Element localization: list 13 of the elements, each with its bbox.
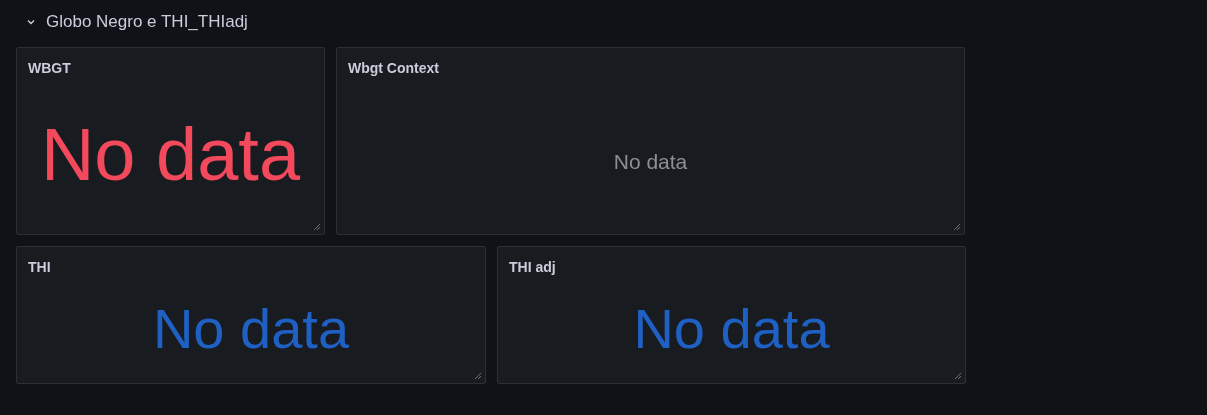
panel-title: THI adj <box>508 258 557 275</box>
stat-value: No data <box>633 301 830 357</box>
resize-handle-icon[interactable] <box>952 370 962 380</box>
resize-handle-icon[interactable] <box>311 221 321 231</box>
stat-value: No data <box>152 301 350 357</box>
panel-title: WBGT <box>27 59 72 76</box>
row-header[interactable]: Globo Negro e THI_THIadj <box>16 8 258 36</box>
no-data-message: No data <box>613 150 688 174</box>
stat-value: No data <box>40 118 301 192</box>
panel-title: Wbgt Context <box>347 59 440 76</box>
panel-title: THI <box>27 258 52 275</box>
resize-handle-icon[interactable] <box>951 221 961 231</box>
resize-handle-icon[interactable] <box>472 370 482 380</box>
